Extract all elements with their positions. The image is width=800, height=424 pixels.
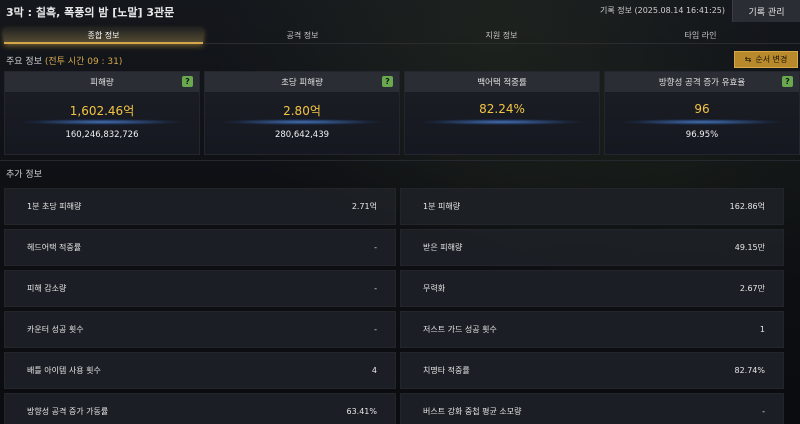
extra-info-grid: 1분 초당 피해량 2.71억 1분 피해량 162.86억 헤드어택 적중률 - 받… bbox=[4, 188, 784, 424]
stat-card-main-value: 82.24% bbox=[479, 102, 525, 116]
stat-card-main-value: 96 bbox=[694, 102, 710, 116]
row-value: 1 bbox=[759, 325, 765, 334]
row-value: - bbox=[762, 407, 765, 416]
battle-time: (전투 시간 09 : 31) bbox=[44, 57, 123, 67]
help-icon[interactable]: ? bbox=[182, 76, 193, 87]
stat-card-header: 방향성 공격 증가 유효율 ? bbox=[605, 72, 799, 92]
row-value: - bbox=[374, 325, 377, 334]
stat-card-main-value: 2.80억 bbox=[283, 104, 321, 118]
tab-timeline[interactable]: 타임 라인 bbox=[601, 28, 800, 44]
stat-card-sub-value: 96.95% bbox=[685, 130, 719, 140]
stat-card-back-attack: 백어택 적중률 82.24% bbox=[404, 71, 600, 155]
row-label: 배틀 아이템 사용 횟수 bbox=[27, 366, 101, 375]
stat-card-title: 백어택 적중률 bbox=[477, 78, 527, 88]
title-bar: 3막 : 칠흑, 폭풍의 밤 [노말] 3관문 기록 정보 (2025.08.1… bbox=[0, 0, 800, 22]
stat-card-header: 피해량 ? bbox=[5, 72, 199, 92]
row-label: 1분 초당 피해량 bbox=[27, 202, 82, 211]
list-item: 치명타 적중률 82.74% bbox=[400, 352, 784, 389]
stat-card-title: 초당 피해량 bbox=[281, 78, 323, 88]
row-label: 받은 피해량 bbox=[423, 243, 463, 252]
row-value: 4 bbox=[371, 366, 377, 375]
row-label: 카운터 성공 횟수 bbox=[27, 325, 84, 334]
row-label: 저스트 가드 성공 횟수 bbox=[423, 325, 497, 334]
help-icon[interactable]: ? bbox=[382, 76, 393, 87]
stat-glow bbox=[424, 119, 580, 125]
row-label: 1분 피해량 bbox=[423, 202, 461, 211]
stat-card-title: 방향성 공격 증가 유효율 bbox=[658, 78, 746, 88]
main-info-title: 주요 정보 bbox=[6, 57, 42, 67]
list-item: 카운터 성공 횟수 - bbox=[4, 311, 396, 348]
tab-attack[interactable]: 공격 정보 bbox=[203, 28, 402, 44]
row-label: 방향성 공격 증가 가동률 bbox=[27, 407, 109, 416]
tab-support[interactable]: 지원 정보 bbox=[402, 28, 601, 44]
tab-bar: 종합 정보 공격 정보 지원 정보 타임 라인 bbox=[4, 28, 800, 44]
record-info: 기록 정보 (2025.08.14 16:41:25) bbox=[599, 6, 725, 15]
stat-card-header: 초당 피해량 ? bbox=[205, 72, 399, 92]
stat-card-sub-value: 280,642,439 bbox=[274, 130, 330, 140]
list-item: 무력화 2.67만 bbox=[400, 270, 784, 307]
stat-card-header: 백어택 적중률 bbox=[405, 72, 599, 92]
row-value: 49.15만 bbox=[734, 243, 765, 252]
row-value: 2.71억 bbox=[351, 202, 377, 211]
tab-overview[interactable]: 종합 정보 bbox=[4, 28, 203, 44]
row-label: 헤드어택 적중률 bbox=[27, 243, 82, 252]
stat-card-dps: 초당 피해량 ? 2.80억 280,642,439 bbox=[204, 71, 400, 155]
main-info-label: 주요 정보 (전투 시간 09 : 31) bbox=[6, 54, 122, 67]
row-label: 치명타 적중률 bbox=[423, 366, 470, 375]
row-label: 피해 감소량 bbox=[27, 284, 67, 293]
row-value: 2.67만 bbox=[739, 284, 765, 293]
stat-card-title: 피해량 bbox=[90, 78, 114, 88]
row-value: - bbox=[374, 284, 377, 293]
help-icon[interactable]: ? bbox=[782, 76, 793, 87]
row-value: 63.41% bbox=[346, 407, 377, 416]
list-item: 저스트 가드 성공 횟수 1 bbox=[400, 311, 784, 348]
list-item: 방향성 공격 증가 가동률 63.41% bbox=[4, 393, 396, 424]
stat-card-damage: 피해량 ? 1,602.46억 160,246,832,726 bbox=[4, 71, 200, 155]
list-item: 버스트 강화 중첩 평균 소모량 - bbox=[400, 393, 784, 424]
stat-card-directional: 방향성 공격 증가 유효율 ? 96 96.95% bbox=[604, 71, 800, 155]
list-item: 피해 감소량 - bbox=[4, 270, 396, 307]
list-item: 헤드어택 적중률 - bbox=[4, 229, 396, 266]
order-change-label: 순서 변경 bbox=[755, 55, 788, 64]
row-label: 버스트 강화 중첩 평균 소모량 bbox=[423, 407, 522, 416]
stat-glow bbox=[624, 119, 780, 125]
stat-glow bbox=[24, 119, 180, 125]
stat-card-sub-value: 160,246,832,726 bbox=[65, 130, 139, 140]
list-item: 배틀 아이템 사용 횟수 4 bbox=[4, 352, 396, 389]
row-value: 162.86억 bbox=[729, 202, 765, 211]
page-title: 3막 : 칠흑, 폭풍의 밤 [노말] 3관문 bbox=[6, 6, 175, 19]
stat-card-main-value: 1,602.46억 bbox=[69, 104, 135, 118]
list-item: 1분 피해량 162.86억 bbox=[400, 188, 784, 225]
record-manage-button[interactable]: 기록 관리 bbox=[732, 0, 800, 22]
stat-glow bbox=[224, 119, 380, 125]
stat-cards: 피해량 ? 1,602.46억 160,246,832,726 초당 피해량 ?… bbox=[4, 71, 800, 155]
row-label: 무력화 bbox=[423, 284, 446, 293]
list-item: 1분 초당 피해량 2.71억 bbox=[4, 188, 396, 225]
extra-info-label: 추가 정보 bbox=[6, 170, 42, 180]
row-value: 82.74% bbox=[734, 366, 765, 375]
swap-icon: ⇆ bbox=[744, 55, 752, 64]
section-divider bbox=[0, 160, 800, 161]
list-item: 받은 피해량 49.15만 bbox=[400, 229, 784, 266]
row-value: - bbox=[374, 243, 377, 252]
order-change-button[interactable]: ⇆ 순서 변경 bbox=[734, 51, 798, 68]
